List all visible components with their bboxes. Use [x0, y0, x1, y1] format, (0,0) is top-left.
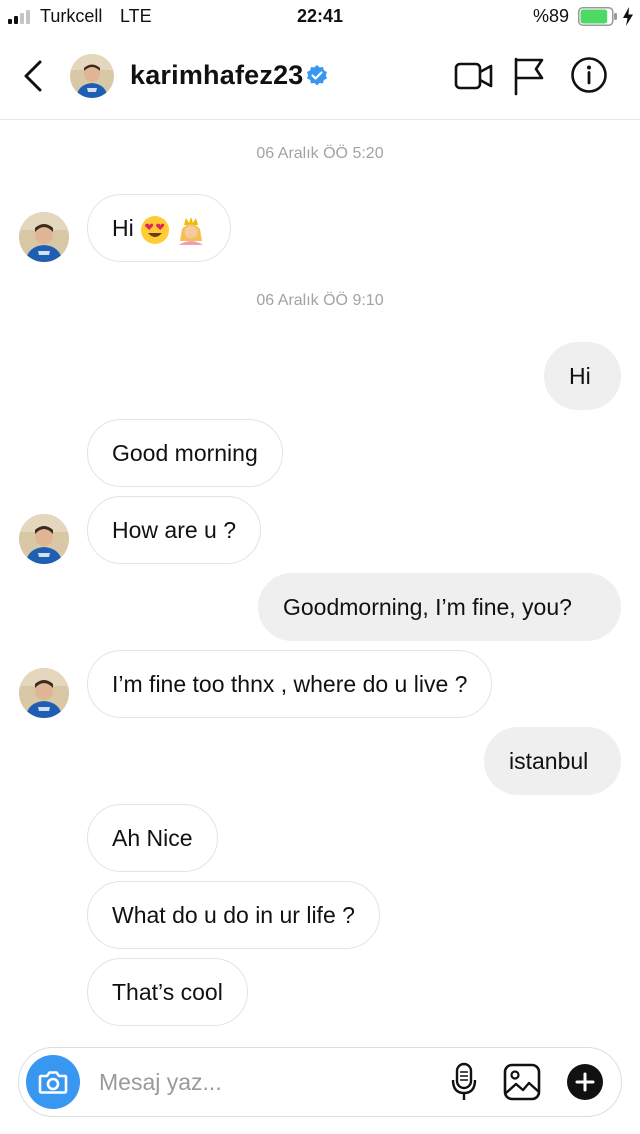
video-camera-icon[interactable] [454, 58, 494, 94]
message-bubble-incoming[interactable]: How are u ? [87, 496, 262, 564]
plus-icon[interactable] [566, 1063, 604, 1101]
camera-icon [38, 1071, 68, 1094]
microphone-icon[interactable] [450, 1062, 478, 1102]
camera-button[interactable] [26, 1055, 80, 1109]
message-composer [18, 1047, 622, 1117]
message-bubble-outgoing[interactable]: istanbul [484, 727, 621, 795]
battery-percent: %89 [533, 6, 570, 26]
message-text: That’s cool [112, 979, 223, 1005]
message-bubble-incoming[interactable]: Good morning [87, 419, 283, 487]
message-bubble-incoming[interactable]: Hi [87, 194, 231, 262]
chat-username[interactable]: karimhafez23 [130, 60, 304, 91]
back-icon[interactable] [18, 56, 50, 96]
message-bubble-outgoing[interactable]: Hi [544, 342, 621, 410]
message-text: How are u ? [112, 517, 237, 543]
info-icon[interactable] [570, 56, 608, 94]
message-text: Goodmorning, I’m fine, you? [283, 594, 572, 620]
timestamp: 06 Aralık ÖÖ 9:10 [256, 292, 384, 309]
chat-header: karimhafez23 [0, 34, 640, 120]
message-bubble-incoming[interactable]: I’m fine too thnx , where do u live ? [87, 650, 493, 718]
message-text: I’m fine too thnx , where do u live ? [112, 671, 468, 697]
timestamp: 06 Aralık ÖÖ 5:20 [256, 145, 384, 162]
message-text: Hi [569, 363, 591, 389]
verified-badge-icon [307, 65, 327, 86]
battery-icon [578, 7, 617, 26]
message-text: Ah Nice [112, 825, 193, 851]
sender-avatar[interactable] [19, 514, 69, 564]
message-bubble-incoming[interactable]: What do u do in ur life ? [87, 881, 380, 949]
message-input[interactable] [99, 1062, 429, 1102]
gallery-icon[interactable] [503, 1063, 541, 1101]
princess-emoji-icon [178, 216, 203, 245]
message-bubble-incoming[interactable]: Ah Nice [87, 804, 218, 872]
message-text: What do u do in ur life ? [112, 902, 355, 928]
sender-avatar[interactable] [19, 212, 69, 262]
flag-icon[interactable] [512, 56, 546, 96]
charging-icon [623, 7, 633, 26]
status-bar: Turkcell LTE 22:41 %89 [0, 0, 640, 34]
message-text: istanbul [509, 748, 589, 774]
heart-eyes-emoji-icon [140, 215, 169, 244]
message-bubble-incoming[interactable]: That’s cool [87, 958, 248, 1026]
avatar[interactable] [70, 54, 114, 98]
message-text: Good morning [112, 440, 258, 466]
message-bubble-outgoing[interactable]: Goodmorning, I’m fine, you? [258, 573, 621, 641]
sender-avatar[interactable] [19, 668, 69, 718]
message-text: Hi [112, 215, 134, 241]
